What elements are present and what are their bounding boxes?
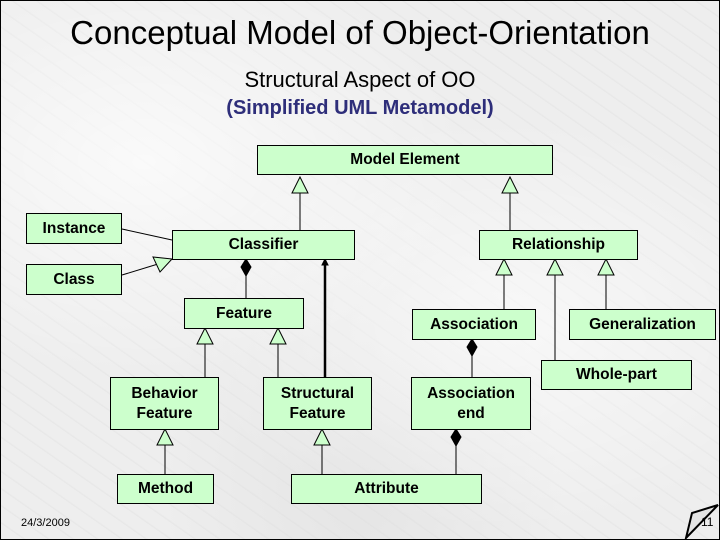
generalization-arrow-icon xyxy=(313,427,331,446)
node-label-line2: end xyxy=(457,404,485,422)
node-label: Attribute xyxy=(354,480,419,497)
node-label-line1: Association xyxy=(427,384,515,402)
composition-diamond-icon xyxy=(466,338,478,358)
node-relationship: Relationship xyxy=(479,230,638,260)
generalization-arrow-icon xyxy=(269,326,287,345)
node-label-line1: Behavior xyxy=(131,384,198,402)
node-whole-part: Whole-part xyxy=(541,360,692,390)
edge-instance-classifier xyxy=(121,228,173,241)
node-classifier: Classifier xyxy=(172,230,355,260)
node-label: Generalization xyxy=(589,315,696,333)
node-generalization: Generalization xyxy=(569,309,716,340)
composition-diamond-icon xyxy=(240,258,252,278)
generalization-arrow-icon xyxy=(495,257,513,276)
node-label: Model Element xyxy=(350,151,460,168)
generalization-arrow-icon xyxy=(196,326,214,345)
node-association-end: Association end xyxy=(411,377,531,430)
node-structural-feature: Structural Feature xyxy=(263,377,372,430)
generalization-arrow-icon xyxy=(597,257,615,276)
node-attribute: Attribute xyxy=(291,474,482,504)
node-label: Instance xyxy=(42,219,106,237)
node-behavior-feature: Behavior Feature xyxy=(110,377,219,430)
generalization-arrow-icon xyxy=(156,427,174,446)
node-method: Method xyxy=(117,474,214,504)
node-label-line2: Feature xyxy=(136,404,193,422)
node-label: Class xyxy=(53,270,95,288)
node-class: Class xyxy=(26,264,122,295)
generalization-arrow-icon xyxy=(546,257,564,276)
node-label: Classifier xyxy=(228,236,299,253)
node-label-line2: Feature xyxy=(289,404,346,422)
node-label: Feature xyxy=(216,304,272,322)
node-model-element: Model Element xyxy=(257,145,553,175)
generalization-arrow-icon xyxy=(501,175,519,194)
node-label: Method xyxy=(137,480,194,497)
node-label: Whole-part xyxy=(576,366,657,383)
generalization-arrow-icon xyxy=(291,175,309,194)
slide-date: 24/3/2009 xyxy=(21,517,70,529)
node-label: Relationship xyxy=(511,236,605,253)
node-label: Association xyxy=(430,315,518,333)
node-feature: Feature xyxy=(184,298,304,329)
node-association: Association xyxy=(412,309,536,340)
composition-diamond-icon xyxy=(450,428,462,448)
edge-class-classifier xyxy=(121,263,159,276)
node-instance: Instance xyxy=(26,213,122,244)
node-label-line1: Structural xyxy=(280,384,355,402)
page-number: 11 xyxy=(701,515,714,529)
